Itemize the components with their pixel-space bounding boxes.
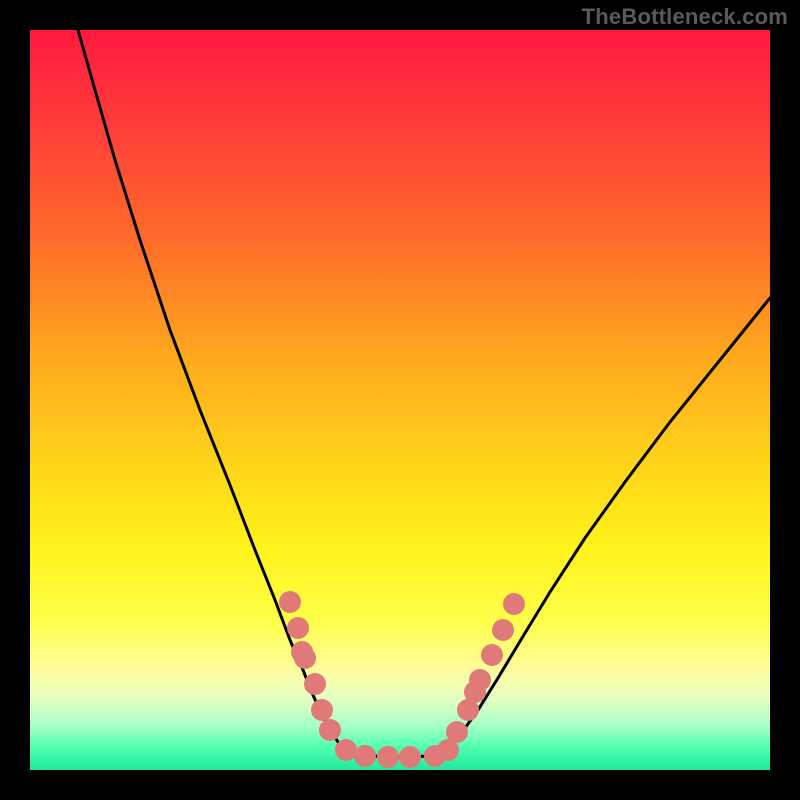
marker-dot (399, 746, 421, 768)
curve-right (446, 298, 770, 752)
marker-dot (304, 673, 326, 695)
marker-dot (287, 617, 309, 639)
marker-dot (294, 647, 316, 669)
marker-dot (446, 721, 468, 743)
marker-dot (319, 719, 341, 741)
marker-dots (279, 591, 525, 768)
marker-dot (377, 746, 399, 768)
marker-dot (492, 619, 514, 641)
marker-dot (469, 669, 491, 691)
marker-dot (311, 699, 333, 721)
watermark-text: TheBottleneck.com (582, 4, 788, 30)
chart-overlay (30, 30, 770, 770)
marker-dot (481, 644, 503, 666)
plot-area (30, 30, 770, 770)
marker-dot (354, 745, 376, 767)
chart-frame: TheBottleneck.com (0, 0, 800, 800)
marker-dot (279, 591, 301, 613)
marker-dot (503, 593, 525, 615)
marker-dot (335, 739, 357, 761)
